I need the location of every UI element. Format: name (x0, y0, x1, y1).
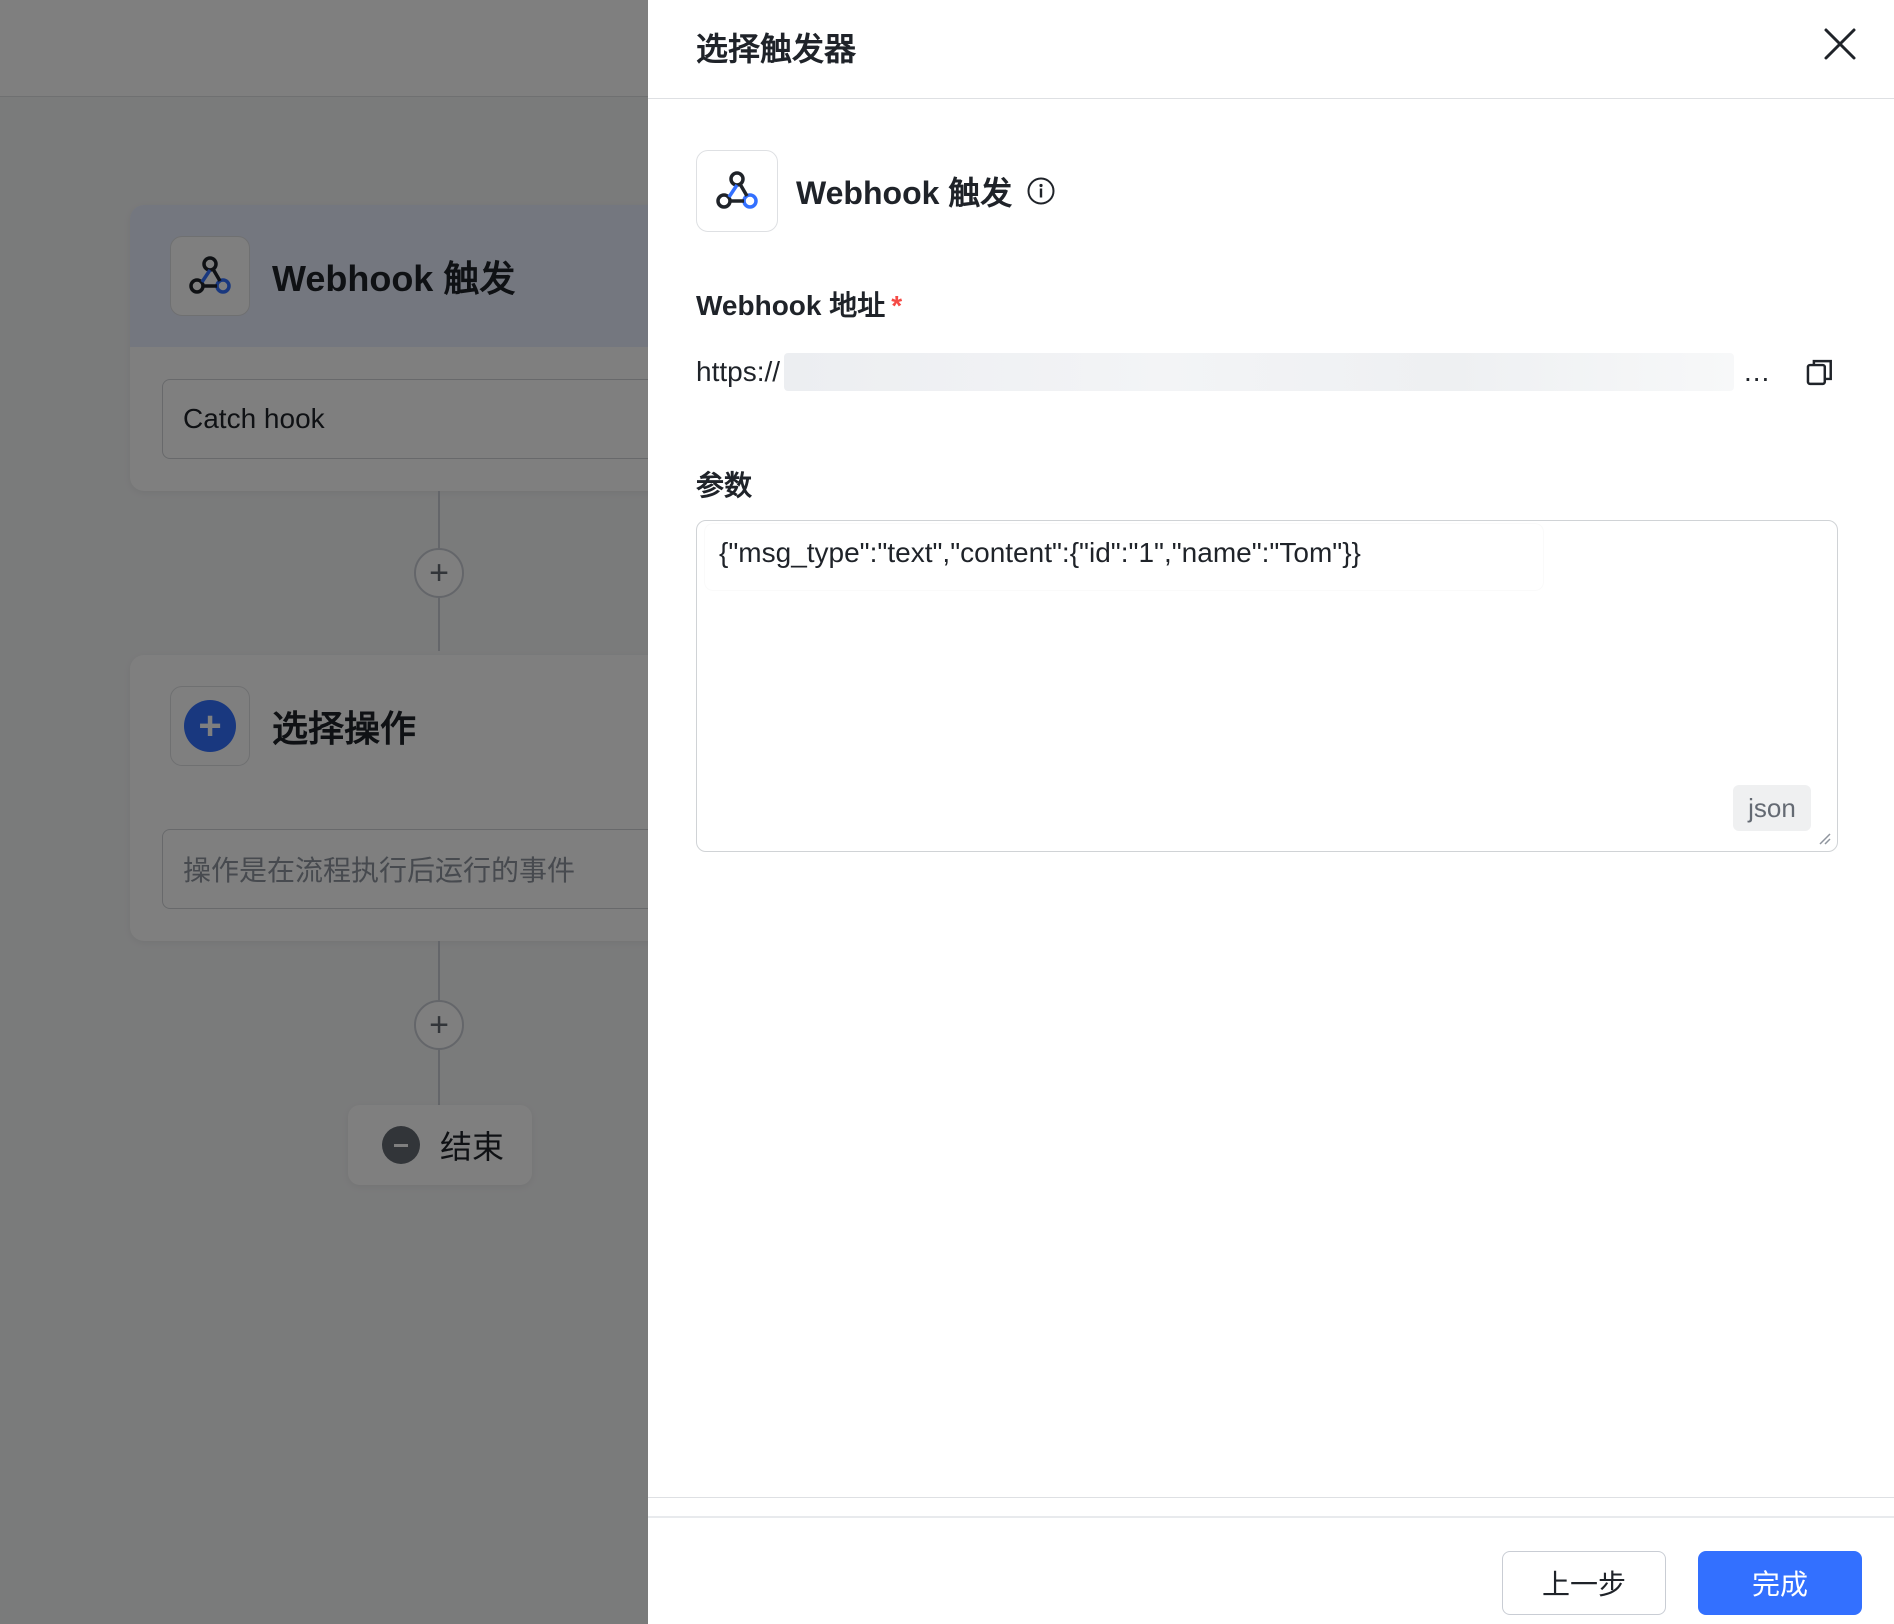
webhook-address-label: Webhook 地址 * (696, 284, 902, 324)
close-icon[interactable] (1820, 24, 1860, 64)
drawer-title: 选择触发器 (696, 31, 857, 67)
trigger-drawer: 选择触发器 Webhook 触发 Webhook 地址 * https:// .… (648, 0, 1894, 1624)
params-label: 参数 (696, 470, 753, 501)
webhook-url-row: https:// ... (696, 350, 1836, 394)
prev-step-button[interactable]: 上一步 (1502, 1551, 1666, 1615)
webhook-address-label-text: Webhook 地址 (696, 290, 886, 321)
info-icon[interactable] (1026, 176, 1056, 206)
copy-icon[interactable] (1804, 356, 1836, 388)
required-mark: * (891, 290, 903, 321)
url-ellipsis: ... (1743, 356, 1771, 387)
webhook-icon (696, 150, 778, 232)
json-format-badge: json (1733, 785, 1811, 831)
url-redacted (784, 353, 1734, 391)
trigger-title: Webhook 触发 (796, 175, 1013, 211)
done-button[interactable]: 完成 (1698, 1551, 1862, 1615)
resize-handle-icon[interactable] (1817, 831, 1831, 845)
footer-divider (648, 1516, 1894, 1518)
selected-trigger: Webhook 触发 (696, 150, 1056, 232)
webhook-url[interactable]: https:// (696, 356, 780, 388)
params-editor[interactable]: {"msg_type":"text","content":{"id":"1","… (696, 520, 1838, 852)
drawer-header: 选择触发器 (648, 0, 1894, 99)
params-json-text[interactable]: {"msg_type":"text","content":{"id":"1","… (719, 537, 1361, 569)
